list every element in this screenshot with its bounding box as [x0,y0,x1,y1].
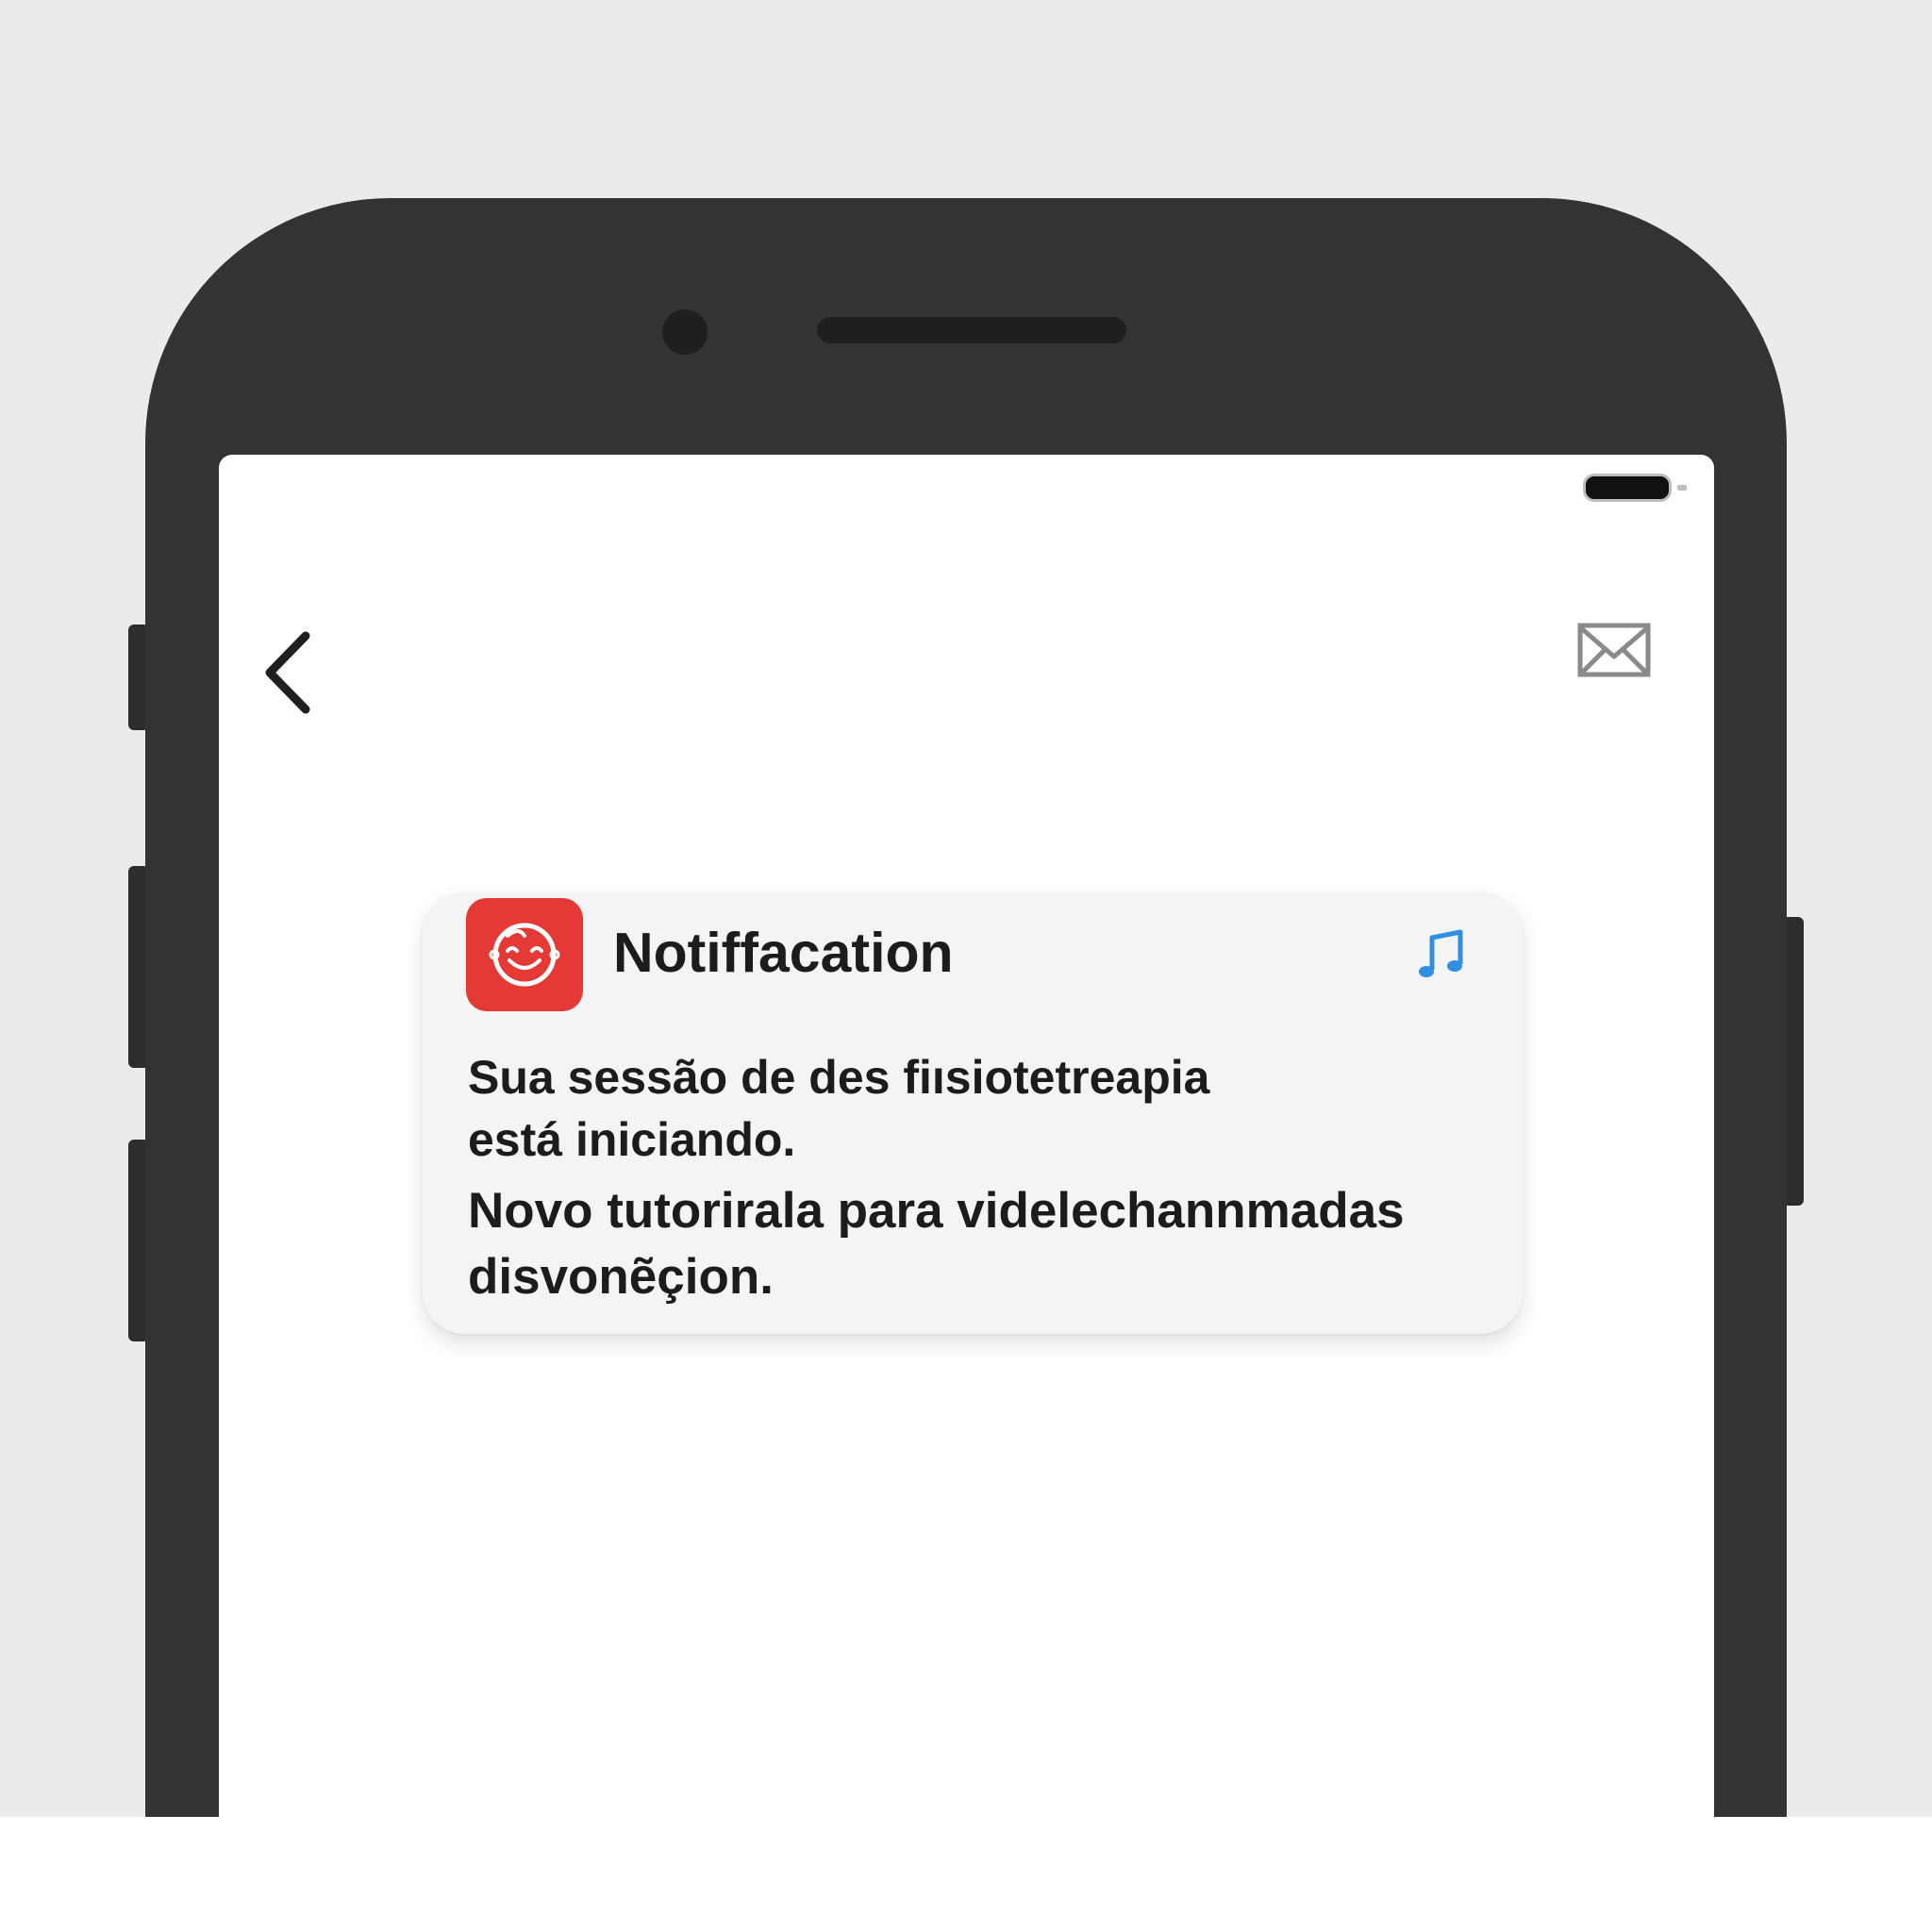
notification-body: Sua sessão de des fiısiotetreapia está i… [468,1046,1496,1308]
notification-body-line: Novo tutorirala para videlechannmadas [468,1183,1405,1239]
notification-card[interactable]: Notiffacation Sua sessão de des fiısiote… [423,892,1523,1334]
app-icon [466,898,583,1011]
smiling-face-icon [489,923,560,987]
background: Notiffacation Sua sessão de des fiısiote… [0,0,1932,1817]
notification-title: Notiffacation [613,922,954,984]
front-camera [662,309,708,355]
chevron-left-icon [265,631,310,714]
notification-body-line: está iniciando. [468,1113,796,1166]
notification-body-line: Sua sessão de des fiısiotetreapia [468,1051,1210,1104]
envelope-icon [1577,623,1651,677]
phone-screen: Notiffacation Sua sessão de des fiısiote… [219,455,1714,1817]
battery-full-icon [1583,474,1687,508]
back-button[interactable] [262,628,323,717]
bottom-margin [0,1817,1932,1932]
notification-body-line: disvonẽçion. [468,1249,774,1305]
earpiece-speaker [817,317,1126,343]
music-note-icon[interactable] [1417,928,1466,983]
mail-button[interactable] [1577,623,1651,677]
